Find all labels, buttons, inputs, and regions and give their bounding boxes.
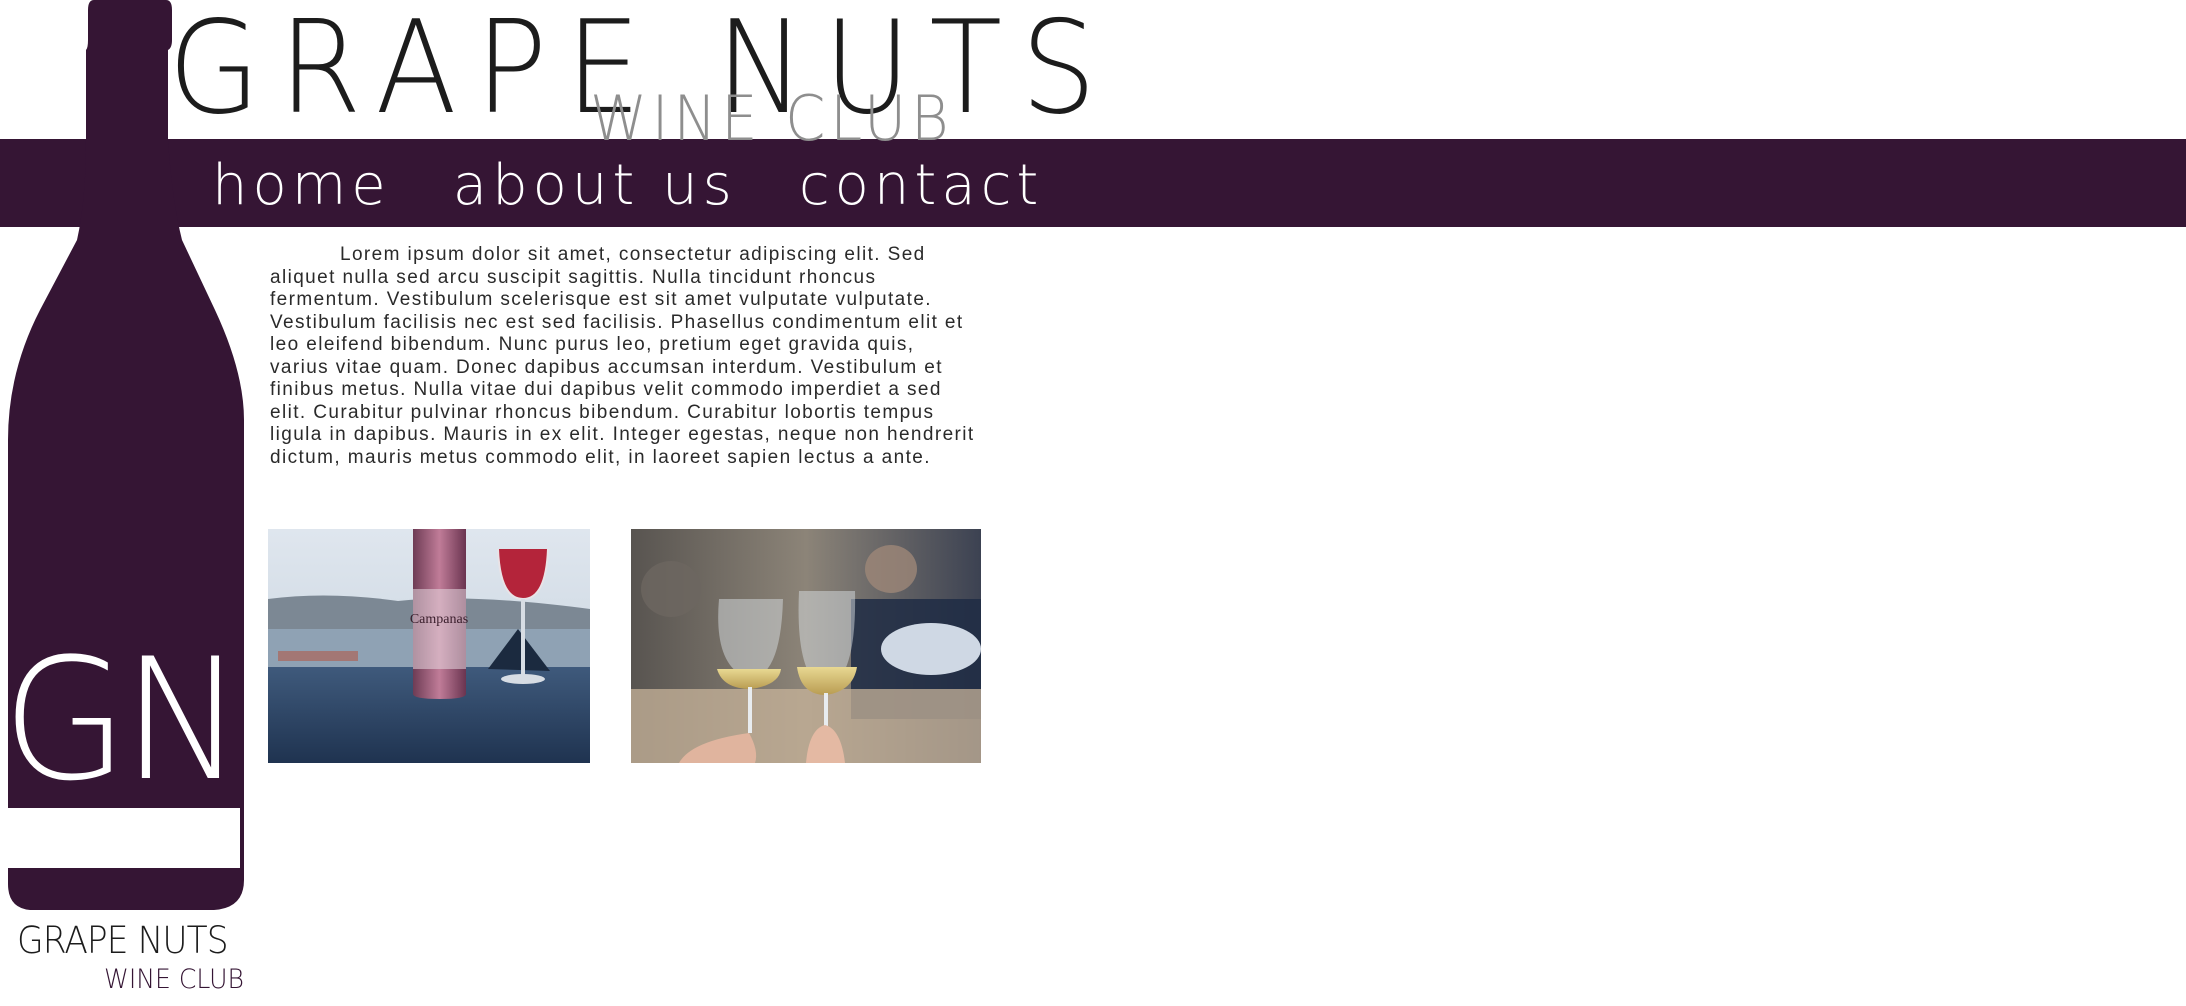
nav-about-us[interactable]: about us	[453, 153, 737, 218]
footer-logo: GRAPE NUTS WINE CLUB	[17, 919, 244, 993]
intro-paragraph: Lorem ipsum dolor sit amet, consectetur …	[270, 244, 975, 468]
nav-home[interactable]: home	[212, 153, 391, 218]
bottle-label: Campanas	[410, 612, 468, 627]
footer-title: GRAPE NUTS	[17, 919, 229, 962]
main-nav: home about us contact	[212, 150, 1105, 220]
footer-subtitle: WINE CLUB	[104, 964, 244, 995]
wine-bottle-photo: Campanas	[268, 529, 590, 763]
site-subtitle: WINE CLUB	[590, 82, 954, 155]
monogram: GN	[2, 622, 238, 818]
nav-contact[interactable]: contact	[799, 153, 1044, 218]
wine-toast-photo	[631, 529, 981, 763]
